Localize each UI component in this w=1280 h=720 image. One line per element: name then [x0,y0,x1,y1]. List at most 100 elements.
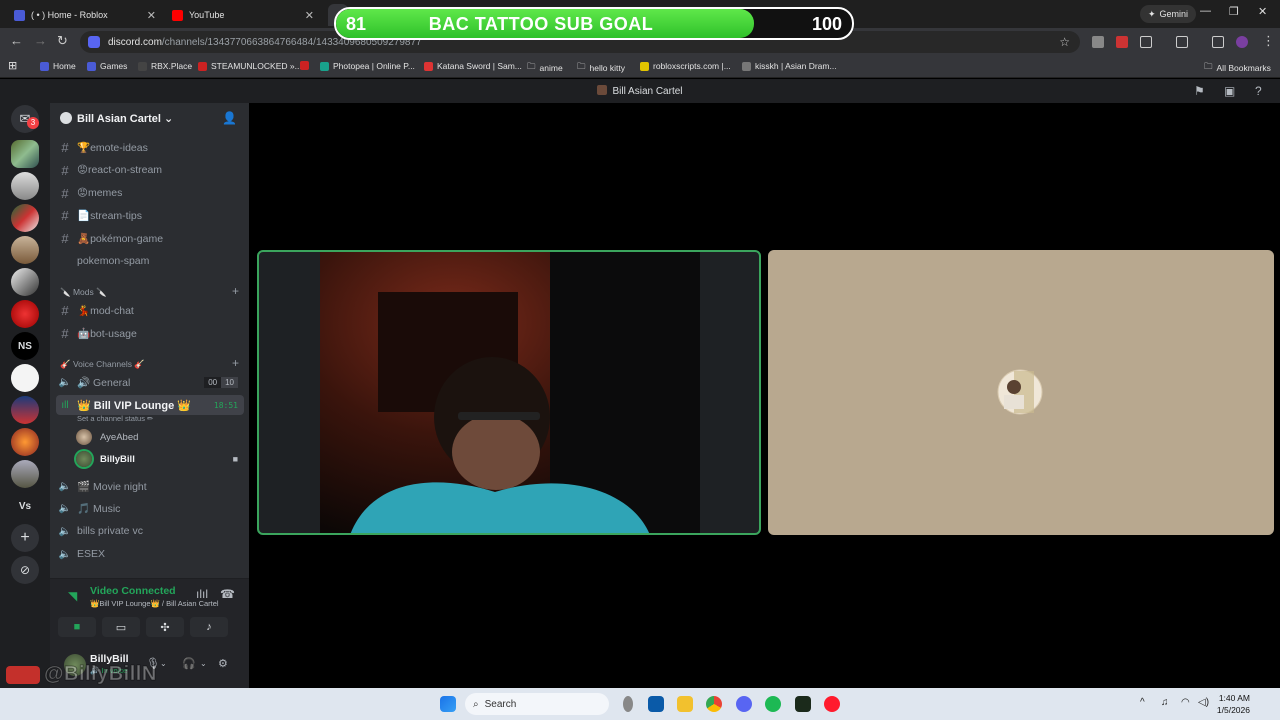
bookmark-folder-anime[interactable]: 🗀 anime [527,61,563,75]
toggle-camera-button[interactable]: ■ [58,617,96,637]
server-icon[interactable] [11,460,39,488]
set-channel-status[interactable]: Set a channel status ✏ [77,414,153,423]
channel-stream-tips[interactable]: # 📄stream-tips [56,205,244,225]
channel-mod-chat[interactable]: # 💃mod-chat [56,300,244,320]
voice-channel-bill-vip-lounge[interactable]: ıll 👑 Bill VIP Lounge 👑 18:51 [56,395,244,415]
bookmark-folder-hello-kitty[interactable]: 🗀 hello kitty [577,61,625,75]
back-arrow-icon[interactable]: ← [10,33,23,48]
noise-suppression-icon[interactable]: ılıl [196,587,208,601]
apps-grid-icon[interactable]: ⊞ [8,59,17,72]
bookmark-star-icon[interactable]: ☆ [1059,35,1070,49]
activities-button[interactable]: ✣ [146,617,184,637]
bookmark-home[interactable]: Home [40,61,76,71]
bookmark-rbxplace[interactable]: RBX.Place [138,61,192,71]
discover-compass-icon[interactable]: ⊘ [11,556,39,584]
server-header[interactable]: Bill Asian Cartel ⌄ 👤 [50,109,249,129]
reading-list-icon[interactable] [1212,36,1224,48]
voice-status[interactable]: Video Connected [90,585,176,597]
create-channel-plus-icon[interactable]: + [232,356,239,370]
restore-icon[interactable]: ❐ [1229,5,1239,18]
forward-arrow-icon[interactable]: → [34,33,47,48]
add-server-icon[interactable]: + [11,524,39,552]
server-icon-vs[interactable]: Vs [11,492,39,520]
chevron-down-icon[interactable]: ⌄ [200,659,207,668]
channel-memes[interactable]: # 😡memes [56,183,244,203]
close-tab-icon[interactable]: ✕ [147,9,156,22]
channel-pokemon-game[interactable]: # 🧸pokémon-game [56,228,244,248]
file-explorer-icon[interactable] [677,696,693,712]
chevron-down-icon[interactable]: ⌄ [160,659,167,668]
voice-channel-bills-private-vc[interactable]: 🔈 bills private vc [56,521,244,541]
tab-youtube[interactable]: YouTube ✕ [164,4,320,26]
bookmark-robloxscripts[interactable]: robloxscripts.com |... [640,61,731,71]
taskbar-search[interactable]: ⌕ Search [465,693,609,715]
server-icon[interactable] [11,364,39,392]
signal-icon[interactable]: ◥ [68,589,77,603]
spotify-icon[interactable] [765,696,781,712]
all-bookmarks-folder[interactable]: 🗀 All Bookmarks [1204,61,1271,75]
media-icon[interactable] [1176,36,1188,48]
chrome-icon[interactable] [706,696,722,712]
video-tile-billybill[interactable] [257,250,761,535]
bookmark-photopea[interactable]: Photopea | Online P... [320,61,415,71]
taskview-icon[interactable] [648,696,664,712]
server-icon-among-us[interactable] [11,300,39,328]
flag-icon[interactable]: ⚑ [1194,84,1205,98]
channel-pokemon-spam[interactable]: pokemon-spam [56,251,244,271]
server-icon-ns[interactable]: NS [11,332,39,360]
extensions-puzzle-icon[interactable] [1140,36,1152,48]
video-tile-ayeabed[interactable] [768,250,1274,535]
server-icon[interactable] [11,204,39,232]
discord-icon[interactable] [736,696,752,712]
close-window-icon[interactable]: ✕ [1258,5,1267,18]
menu-dots-icon[interactable]: ⋮ [1262,33,1275,49]
voice-member-ayeabed[interactable]: AyeAbed [76,427,242,447]
extension-icon[interactable] [1116,36,1128,48]
minimize-icon[interactable]: — [1200,5,1211,17]
close-tab-icon[interactable]: ✕ [305,9,314,22]
voice-channel-esex[interactable]: 🔈 ESEX [56,544,244,564]
bookmark-katana[interactable]: Katana Sword | Sam... [424,61,522,71]
add-member-icon[interactable]: 👤 [222,111,237,125]
taskbar-clock[interactable]: 1:40 AM 1/5/2026 [1217,692,1250,716]
server-icon[interactable] [11,428,39,456]
inbox-icon[interactable]: ▣ [1224,84,1235,98]
bookmark-red[interactable] [300,61,309,70]
server-icon[interactable] [11,236,39,264]
headphones-icon[interactable]: 🎧 [182,657,196,670]
opera-icon[interactable] [824,696,840,712]
channel-bot-usage[interactable]: # 🤖bot-usage [56,323,244,343]
channel-emote-ideas[interactable]: # 🏆emote-ideas [56,137,244,157]
bookmark-steamunlocked[interactable]: STEAMUNLOCKED »... [198,61,302,71]
voice-channel-general[interactable]: 🔈 🔊 General 00 10 [56,372,244,392]
mic-icon[interactable] [623,696,633,712]
create-channel-plus-icon[interactable]: + [232,284,239,298]
voice-member-billybill[interactable]: BillyBill ■ [76,449,242,469]
reload-icon[interactable]: ↻ [57,33,68,49]
gear-icon[interactable]: ⚙ [218,657,228,670]
volume-icon[interactable]: ◁) [1198,697,1209,708]
soundboard-button[interactable]: ♪ [190,617,228,637]
extension-icon[interactable] [1092,36,1104,48]
chevron-up-icon[interactable]: ^ [1140,697,1145,708]
gemini-button[interactable]: ✦ Gemini [1139,5,1196,23]
voice-channel-movie-night[interactable]: 🔈 🎬 Movie night [56,476,244,496]
server-icon-bill-asian-cartel[interactable] [11,140,39,168]
server-icon[interactable] [11,268,39,296]
mic-tray-icon[interactable]: ♫ [1161,697,1169,708]
site-info-icon[interactable] [88,36,100,48]
category-voice-channels[interactable]: 🎸 Voice Channels 🎸 [60,359,145,370]
voice-channel-music[interactable]: 🔈 🎵 Music [56,498,244,518]
share-screen-button[interactable]: ▭ [102,617,140,637]
bookmark-games[interactable]: Games [87,61,127,71]
bookmark-kisskh[interactable]: kisskh | Asian Dram... [742,61,837,71]
windows-start-icon[interactable] [440,696,456,712]
profile-avatar-icon[interactable] [1236,36,1248,48]
channel-react-on-stream[interactable]: # 😡react-on-stream [56,160,244,180]
server-icon[interactable] [11,172,39,200]
wifi-icon[interactable]: ◠ [1181,697,1190,708]
app-icon[interactable] [795,696,811,712]
disconnect-icon[interactable]: ☎ [220,587,235,601]
help-icon[interactable]: ? [1255,84,1262,98]
tab-roblox[interactable]: ( • ) Home - Roblox ✕ [6,4,162,26]
